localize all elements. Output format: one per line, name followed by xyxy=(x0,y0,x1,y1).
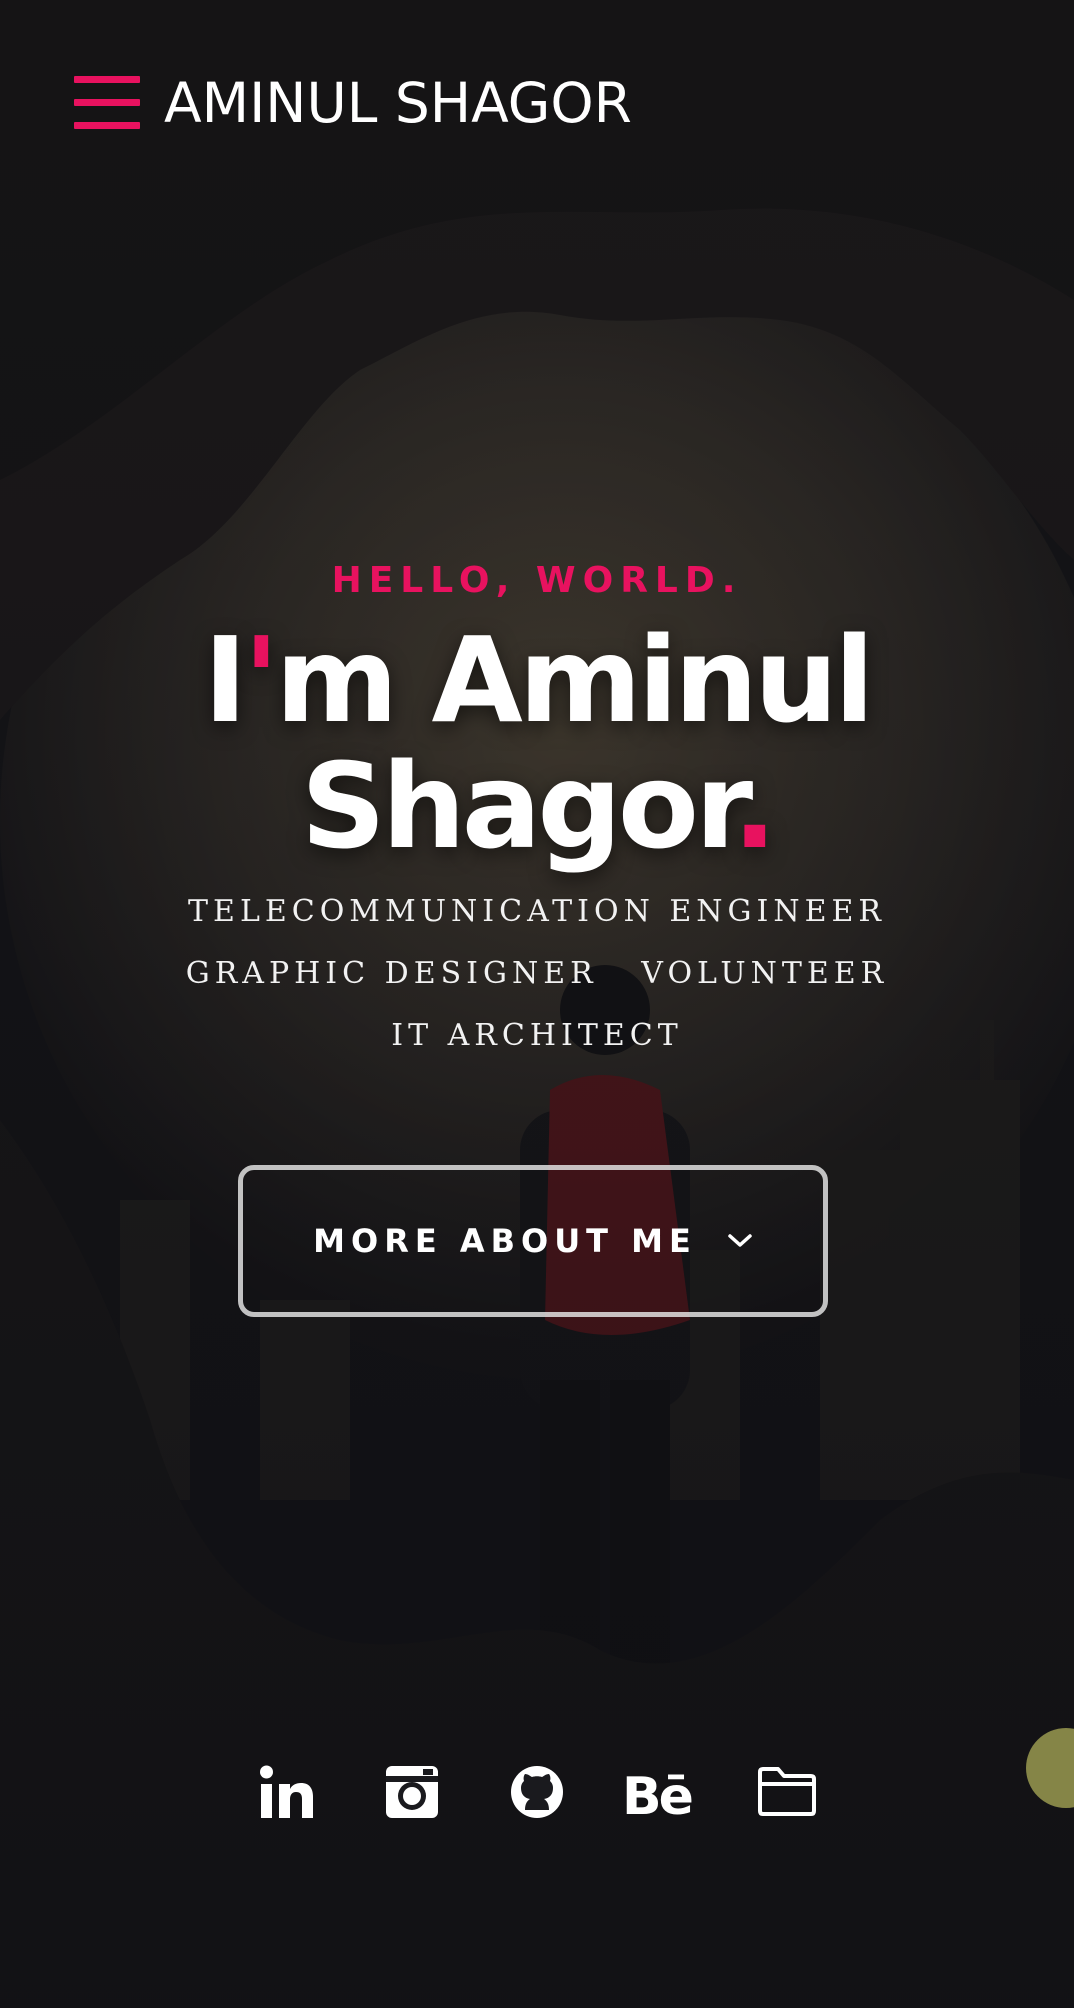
top-bar: AMINUL SHAGOR xyxy=(74,66,632,140)
github-icon[interactable] xyxy=(475,1762,600,1822)
social-links: Bē xyxy=(0,1762,1074,1822)
more-about-me-button[interactable]: MORE ABOUT ME xyxy=(238,1165,828,1317)
folder-icon[interactable] xyxy=(725,1762,850,1822)
hero-roles: TELECOMMUNICATION ENGINEER GRAPHIC DESIG… xyxy=(0,881,1074,1067)
hero-greeting: HELLO, WORLD. xyxy=(331,560,743,601)
hamburger-menu-icon[interactable] xyxy=(74,76,140,130)
hero-name-line2: Shagor xyxy=(300,737,737,875)
role-line: TELECOMMUNICATION ENGINEER xyxy=(188,894,886,929)
more-about-me-label: MORE ABOUT ME xyxy=(313,1222,697,1260)
hero-name-line1: m Aminul xyxy=(275,611,874,749)
instagram-icon[interactable] xyxy=(350,1762,475,1822)
hero-name-prefix: I xyxy=(203,611,247,749)
role-line: GRAPHIC DESIGNER VOLUNTEER xyxy=(185,956,889,991)
role-line: IT ARCHITECT xyxy=(391,1018,683,1053)
svg-text:Bē: Bē xyxy=(622,1767,692,1820)
hero-section: HELLO, WORLD. I'm Aminul Shagor. TELECOM… xyxy=(0,555,1074,1067)
hero-apostrophe: ' xyxy=(243,611,279,749)
chevron-down-icon xyxy=(727,1233,753,1249)
behance-icon[interactable]: Bē xyxy=(600,1762,725,1822)
hero-title: I'm Aminul Shagor. xyxy=(0,617,1074,869)
linkedin-icon[interactable] xyxy=(225,1762,350,1822)
site-brand[interactable]: AMINUL SHAGOR xyxy=(164,75,632,131)
hero-name-dot: . xyxy=(732,737,777,875)
